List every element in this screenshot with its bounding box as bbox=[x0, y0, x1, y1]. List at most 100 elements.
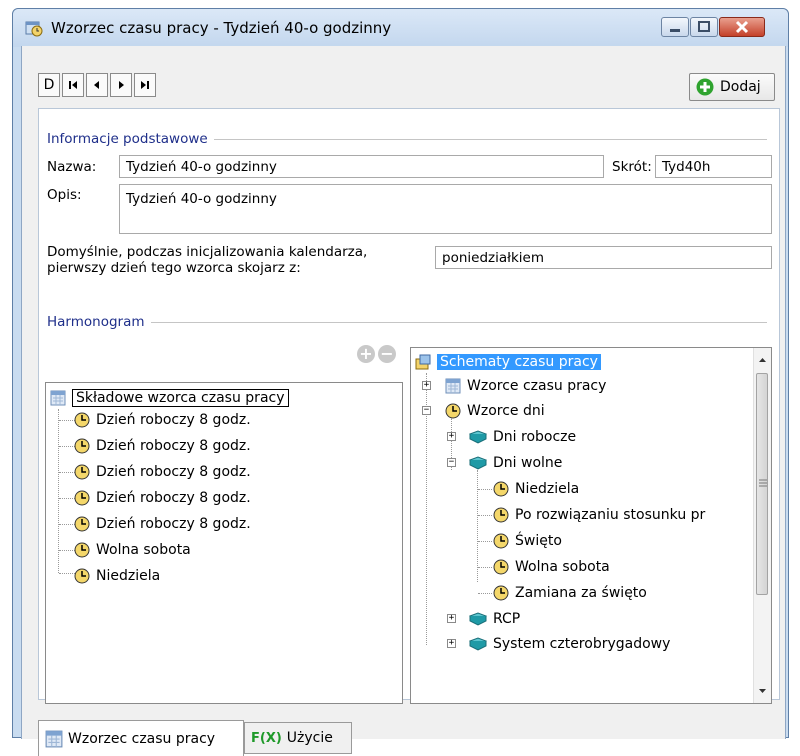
free-day-item[interactable]: Wolna sobota bbox=[493, 556, 610, 578]
tree-branch bbox=[478, 567, 492, 568]
free-day-item-label: Święto bbox=[515, 533, 562, 549]
free-day-item[interactable]: Zamiana za święto bbox=[493, 582, 647, 604]
right-tree-node-day-patterns[interactable]: Wzorce dni bbox=[445, 400, 545, 422]
book-icon bbox=[469, 612, 487, 626]
add-button-label: Dodaj bbox=[720, 79, 761, 95]
right-tree-node-patterns[interactable]: Wzorce czasu pracy bbox=[445, 375, 606, 397]
right-tree-node-four-brigade[interactable]: System czterobrygadowy bbox=[469, 633, 670, 655]
right-tree-root[interactable]: Schematy czasu pracy bbox=[415, 351, 601, 373]
tree-branch bbox=[59, 550, 75, 551]
add-item-button[interactable]: + bbox=[357, 345, 375, 363]
free-day-item[interactable]: Niedziela bbox=[493, 478, 579, 500]
grip-icon bbox=[759, 479, 767, 487]
calendar-icon bbox=[445, 378, 461, 394]
close-icon bbox=[735, 20, 749, 34]
maximize-button[interactable] bbox=[690, 17, 718, 37]
minimize-button[interactable] bbox=[661, 17, 689, 37]
right-tree-node-label: Dni wolne bbox=[493, 455, 563, 471]
close-button[interactable] bbox=[719, 17, 765, 37]
short-label: Skrót: bbox=[612, 159, 652, 175]
left-tree-item-label: Dzień roboczy 8 godz. bbox=[96, 438, 251, 454]
left-tree-item-label: Dzień roboczy 8 godz. bbox=[96, 464, 251, 480]
tab-usage[interactable]: F(X) Użycie bbox=[244, 722, 352, 754]
folder-schemes-icon bbox=[415, 354, 431, 370]
expand-icon[interactable]: + bbox=[447, 432, 456, 441]
short-field[interactable]: Tyd40h bbox=[655, 155, 772, 178]
clock-icon bbox=[493, 585, 509, 601]
clock-icon bbox=[74, 412, 90, 428]
calendar-icon bbox=[45, 730, 63, 747]
description-field[interactable]: Tydzień 40-o godzinny bbox=[119, 184, 772, 234]
tree-branch bbox=[478, 593, 492, 594]
client-area: D Dodaj Informacje podstawowe Nazwa: Tyd… bbox=[21, 46, 786, 756]
remove-item-button[interactable]: − bbox=[378, 345, 396, 363]
first-record-button[interactable] bbox=[62, 73, 84, 97]
plus-icon: + bbox=[359, 344, 373, 363]
tab-pattern[interactable]: Wzorzec czasu pracy bbox=[38, 720, 244, 756]
left-tree-item[interactable]: Niedziela bbox=[74, 565, 160, 587]
tree-branch bbox=[59, 573, 75, 574]
tree-line bbox=[58, 409, 59, 573]
expand-icon[interactable]: + bbox=[447, 639, 456, 648]
left-tree-item[interactable]: Dzień roboczy 8 godz. bbox=[74, 461, 251, 483]
name-field[interactable]: Tydzień 40-o godzinny bbox=[119, 155, 604, 178]
app-window: Wzorzec czasu pracy - Tydzień 40-o godzi… bbox=[12, 8, 789, 756]
right-tree-node-label: Dni robocze bbox=[493, 429, 577, 445]
left-tree-item-label: Wolna sobota bbox=[96, 542, 191, 558]
tree-scrollbar[interactable] bbox=[753, 348, 771, 703]
toggle-d-button[interactable]: D bbox=[38, 73, 60, 97]
schemes-tree[interactable]: Schematy czasu pracy + Wzorce czasu prac… bbox=[410, 347, 772, 704]
left-tree-item-label: Dzień roboczy 8 godz. bbox=[96, 490, 251, 506]
tree-branch bbox=[478, 489, 492, 490]
tab-usage-label: Użycie bbox=[286, 730, 333, 746]
default-day-select[interactable]: poniedziałkiem bbox=[435, 246, 772, 269]
scrollbar-thumb[interactable] bbox=[756, 373, 768, 595]
next-record-button[interactable] bbox=[110, 73, 132, 97]
name-label: Nazwa: bbox=[47, 159, 97, 175]
right-tree-node-work-days[interactable]: Dni robocze bbox=[469, 426, 576, 448]
form-panel: Informacje podstawowe Nazwa: Tydzień 40-… bbox=[38, 108, 780, 704]
collapse-icon[interactable]: − bbox=[422, 406, 431, 415]
left-tree-item[interactable]: Wolna sobota bbox=[74, 539, 191, 561]
default-day-label-line2: pierwszy dzień tego wzorca skojarz z: bbox=[47, 260, 301, 276]
window-title: Wzorzec czasu pracy - Tydzień 40-o godzi… bbox=[51, 19, 392, 37]
left-tree-item[interactable]: Dzień roboczy 8 godz. bbox=[74, 487, 251, 509]
tree-line bbox=[477, 470, 478, 582]
expand-icon[interactable]: + bbox=[447, 614, 456, 623]
previous-record-icon bbox=[94, 81, 99, 89]
last-record-button[interactable] bbox=[134, 73, 156, 97]
left-tree-item-label: Niedziela bbox=[96, 568, 161, 584]
right-tree-root-label: Schematy czasu pracy bbox=[437, 354, 601, 370]
tab-pattern-label: Wzorzec czasu pracy bbox=[68, 730, 216, 747]
free-day-item[interactable]: Święto bbox=[493, 530, 562, 552]
left-tree-item[interactable]: Dzień roboczy 8 godz. bbox=[74, 513, 251, 535]
right-tree-node-label: Wzorce dni bbox=[467, 403, 545, 419]
scroll-down-icon[interactable] bbox=[755, 681, 770, 701]
calendar-clock-icon bbox=[25, 21, 43, 37]
right-tree-node-free-days[interactable]: Dni wolne bbox=[469, 452, 562, 474]
scroll-up-icon[interactable] bbox=[755, 350, 770, 370]
free-day-item-label: Niedziela bbox=[515, 481, 580, 497]
left-tree-root[interactable]: Składowe wzorca czasu pracy bbox=[50, 387, 289, 409]
clock-icon bbox=[493, 481, 509, 497]
collapse-icon[interactable]: − bbox=[447, 458, 456, 467]
tree-branch bbox=[59, 446, 75, 447]
right-tree-node-rcp[interactable]: RCP bbox=[469, 608, 520, 630]
left-tree-item[interactable]: Dzień roboczy 8 godz. bbox=[74, 409, 251, 431]
right-tree-node-label: System czterobrygadowy bbox=[493, 636, 671, 652]
previous-record-button[interactable] bbox=[86, 73, 108, 97]
add-button[interactable]: Dodaj bbox=[689, 73, 775, 101]
left-tree-item[interactable]: Dzień roboczy 8 godz. bbox=[74, 435, 251, 457]
free-day-item-label: Zamiana za święto bbox=[515, 585, 647, 601]
title-bar[interactable]: Wzorzec czasu pracy - Tydzień 40-o godzi… bbox=[13, 9, 788, 47]
tree-branch bbox=[478, 515, 492, 516]
minus-icon: − bbox=[380, 344, 394, 363]
basic-info-title: Informacje podstawowe bbox=[47, 131, 214, 147]
free-day-item[interactable]: Po rozwiązaniu stosunku pr bbox=[493, 504, 705, 526]
clock-icon bbox=[445, 403, 461, 419]
clock-icon bbox=[74, 568, 90, 584]
schedule-title: Harmonogram bbox=[47, 314, 151, 330]
pattern-components-tree[interactable]: Składowe wzorca czasu pracy Dzień robocz… bbox=[45, 382, 403, 704]
book-icon bbox=[469, 456, 487, 470]
expand-icon[interactable]: + bbox=[422, 381, 431, 390]
